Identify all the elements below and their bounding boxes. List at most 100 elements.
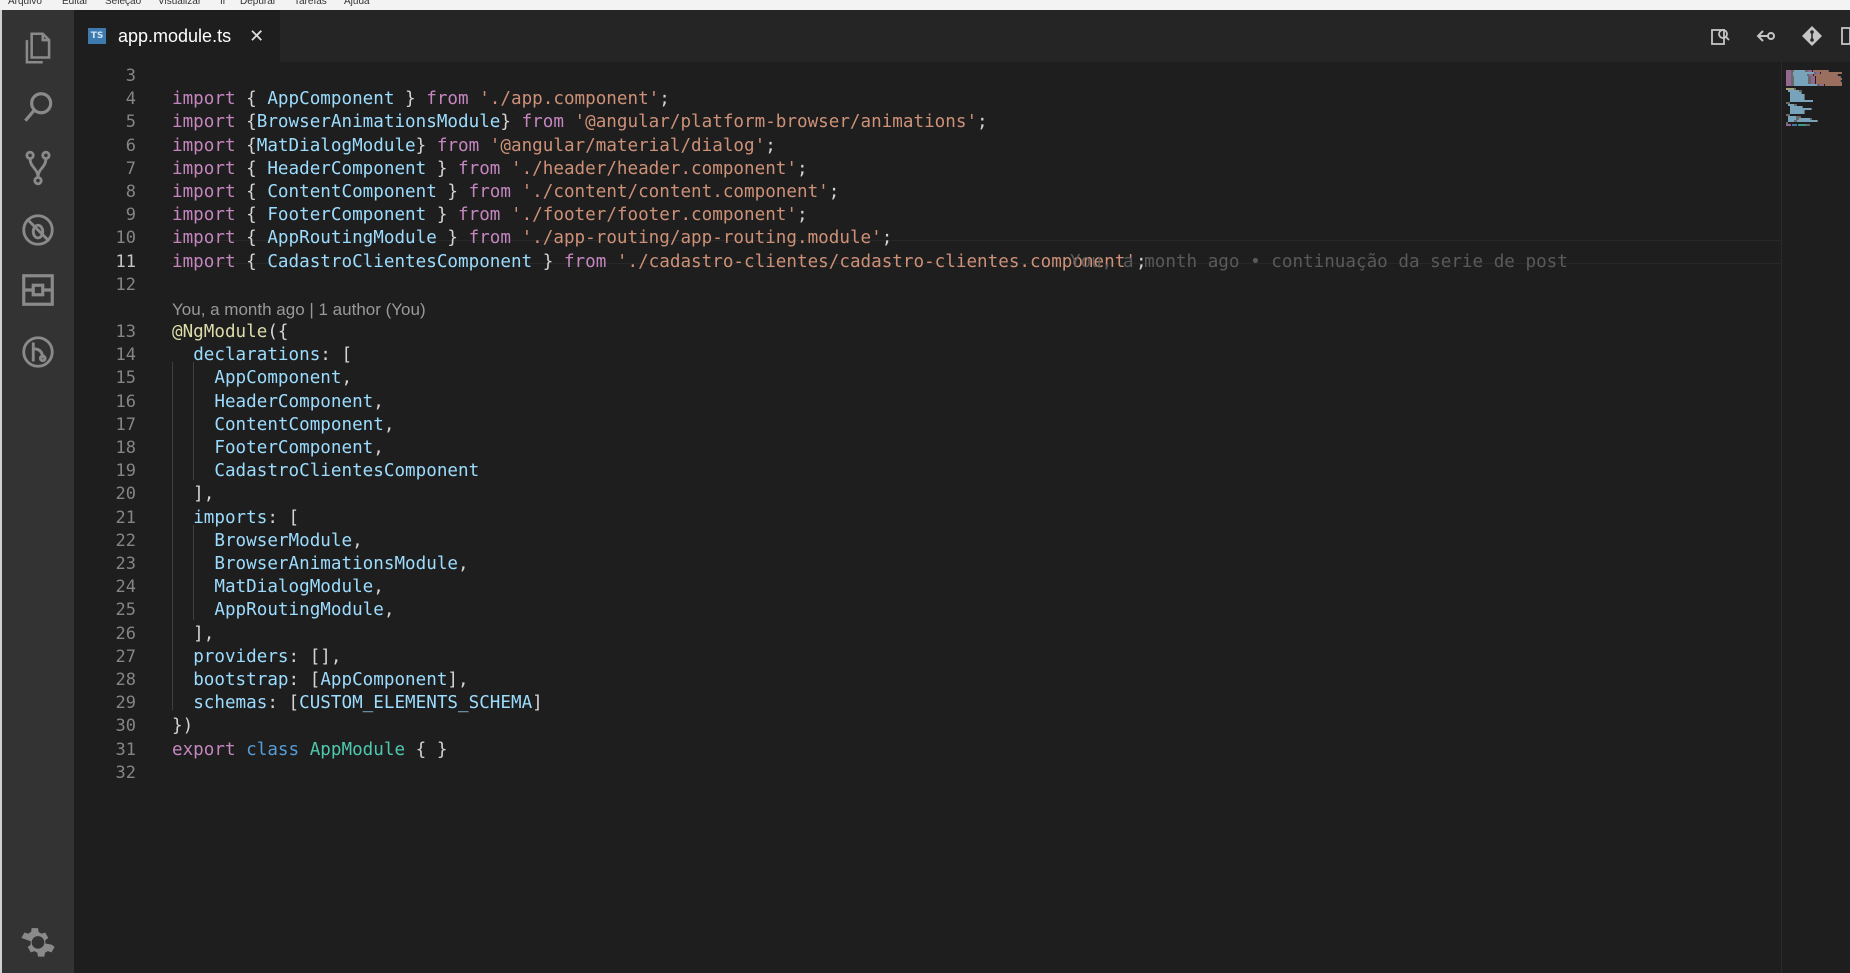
code-token: AppRoutingModule bbox=[267, 228, 437, 249]
menu-item[interactable]: Depurar bbox=[240, 0, 276, 8]
code-token: { bbox=[235, 228, 268, 249]
code-token: ], bbox=[172, 484, 215, 505]
typescript-file-icon: TS bbox=[88, 28, 106, 44]
code-line: 7 import { HeaderComponent } from './head… bbox=[74, 157, 1781, 181]
code-line: 18 FooterComponent, bbox=[74, 436, 1781, 460]
menu-item[interactable]: Ajuda bbox=[344, 0, 370, 8]
line-number: 14 bbox=[115, 345, 136, 366]
line-number: 7 bbox=[125, 158, 136, 179]
menu-item[interactable]: Ir bbox=[220, 0, 226, 8]
menu-item[interactable]: Editar bbox=[62, 0, 88, 8]
gitlens-icon[interactable] bbox=[2, 324, 74, 380]
code-token: providers bbox=[193, 646, 289, 667]
debug-icon[interactable] bbox=[2, 202, 74, 258]
code-token: { bbox=[235, 182, 268, 202]
line-number: 18 bbox=[115, 438, 136, 458]
code-line: 3 bbox=[74, 64, 1781, 88]
minimap-mark bbox=[1786, 124, 1791, 126]
search-icon[interactable] bbox=[2, 80, 74, 136]
code-token: import bbox=[172, 158, 236, 179]
menu-item[interactable]: Visualizar bbox=[158, 0, 201, 8]
code-editor[interactable]: 3 4 import { AppComponent } from './app.co… bbox=[74, 62, 1781, 973]
code-text: import { ContentComponent } from './cont… bbox=[172, 180, 839, 204]
code-token: AppComponent bbox=[214, 368, 342, 389]
minimap[interactable] bbox=[1781, 62, 1850, 973]
code-token: import bbox=[172, 251, 236, 272]
minimap-mark bbox=[1790, 112, 1804, 114]
minimap-mark bbox=[1792, 124, 1797, 126]
extensions-icon[interactable] bbox=[2, 262, 74, 318]
code-text: bootstrap: [AppComponent], bbox=[172, 668, 469, 692]
go-back-icon[interactable] bbox=[1752, 22, 1780, 50]
minimap-mark bbox=[1797, 120, 1817, 122]
code-token: , bbox=[341, 368, 353, 389]
code-token: { bbox=[235, 205, 268, 226]
code-line: 32 bbox=[74, 761, 1781, 785]
menu-item[interactable]: Seleção bbox=[105, 0, 141, 8]
code-token: HeaderComponent bbox=[267, 158, 427, 179]
code-token: ], bbox=[447, 670, 469, 690]
menu-bar: Arquivo Editar Seleção Visualizar Ir Depurar T… bbox=[0, 0, 1850, 10]
close-icon[interactable]: ✕ bbox=[249, 26, 264, 47]
code-token: } bbox=[426, 205, 459, 226]
settings-gear-icon[interactable] bbox=[2, 916, 74, 972]
code-token: from bbox=[436, 135, 480, 156]
code-line: 31 export class AppModule { } bbox=[74, 738, 1781, 762]
code-text: CadastroClientesComponent bbox=[172, 459, 479, 483]
code-token: ; bbox=[659, 89, 670, 110]
code-token: schemas bbox=[193, 693, 268, 714]
open-changes-icon[interactable] bbox=[1706, 22, 1734, 50]
code-token: ; bbox=[796, 158, 808, 179]
code-text: FooterComponent, bbox=[172, 436, 383, 460]
code-token: FooterComponent bbox=[214, 438, 374, 458]
line-number: 22 bbox=[115, 530, 136, 551]
source-control-icon[interactable] bbox=[2, 140, 74, 196]
editor-tab-bar: TS app.module.ts ✕ bbox=[74, 10, 1850, 62]
code-line: 8 import { ContentComponent } from './con… bbox=[74, 180, 1781, 204]
tab-app-module[interactable]: TS app.module.ts ✕ bbox=[74, 10, 280, 62]
minimap-mark bbox=[1798, 124, 1806, 126]
code-line: 27 providers: [], bbox=[74, 645, 1781, 669]
code-text: schemas: [CUSTOM_ELEMENTS_SCHEMA] bbox=[172, 691, 543, 715]
code-text: export class AppModule { } bbox=[172, 738, 447, 762]
menu-item[interactable]: Tarefas bbox=[294, 0, 327, 8]
code-token: } bbox=[394, 89, 427, 110]
split-editor-icon[interactable] bbox=[1836, 22, 1850, 50]
codelens-authors[interactable]: You, a month ago | 1 author (You) bbox=[172, 298, 426, 322]
code-token: from bbox=[468, 228, 511, 249]
code-token: { bbox=[235, 158, 268, 179]
line-number: 17 bbox=[115, 414, 136, 435]
code-token: './footer/footer.component' bbox=[510, 205, 797, 226]
line-number: 31 bbox=[115, 739, 136, 760]
code-token: ; bbox=[977, 112, 988, 133]
explorer-icon[interactable] bbox=[2, 20, 74, 76]
minimap-mark bbox=[1804, 112, 1805, 114]
code-token: } bbox=[415, 135, 437, 156]
code-token: bootstrap bbox=[193, 670, 289, 690]
code-line: 9 import { FooterComponent } from './foot… bbox=[74, 203, 1781, 227]
code-token: './app-routing/app-routing.module' bbox=[521, 228, 882, 249]
code-token: : [], bbox=[288, 646, 342, 667]
indent-guide bbox=[172, 362, 173, 710]
code-token: AppComponent bbox=[267, 89, 395, 110]
code-token: MatDialogModule bbox=[214, 577, 374, 598]
code-text: import { HeaderComponent } from './heade… bbox=[172, 157, 808, 181]
code-token: }) bbox=[172, 716, 194, 737]
code-token: './app.component' bbox=[479, 89, 660, 110]
minimap-mark bbox=[1790, 100, 1813, 102]
code-line: 19 CadastroClientesComponent bbox=[74, 459, 1781, 483]
minimap-mark bbox=[1825, 84, 1842, 86]
code-token: BrowserModule bbox=[214, 530, 353, 551]
code-text: ], bbox=[172, 622, 214, 646]
menu-item[interactable]: Arquivo bbox=[8, 0, 42, 8]
code-token: BrowserAnimationsModule bbox=[256, 112, 501, 133]
code-token: from bbox=[468, 182, 511, 202]
git-compare-icon[interactable] bbox=[1798, 22, 1826, 50]
code-text: declarations: [ bbox=[172, 343, 352, 367]
code-line: 17 ContentComponent, bbox=[74, 413, 1781, 437]
code-token: declarations bbox=[193, 345, 321, 366]
